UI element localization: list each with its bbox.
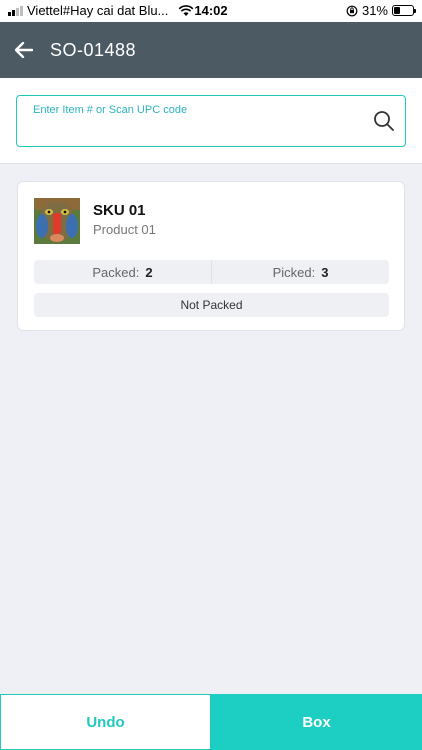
packed-count: Packed: 2 — [34, 260, 211, 284]
product-image — [34, 198, 80, 244]
item-sku: SKU 01 — [93, 202, 146, 219]
app-header: SO-01488 — [0, 22, 422, 78]
arrow-left-icon — [15, 42, 33, 58]
search-box[interactable] — [16, 95, 406, 147]
packed-label: Packed: — [92, 264, 140, 280]
search-input[interactable] — [33, 104, 363, 116]
status-bar: Viettel#Hay cai dat Blu... 14:02 31% — [0, 0, 422, 22]
bottom-actions: Undo Box — [0, 694, 422, 750]
picked-label: Picked: — [272, 264, 316, 280]
orientation-lock-icon — [346, 5, 358, 16]
undo-button[interactable]: Undo — [0, 694, 211, 750]
search-icon[interactable] — [373, 110, 395, 132]
product-thumbnail — [34, 198, 80, 244]
picked-count: Picked: 3 — [211, 260, 389, 284]
picked-value: 3 — [321, 264, 329, 280]
search-section — [0, 78, 422, 164]
back-button[interactable] — [0, 22, 48, 78]
battery-percent: 31% — [361, 3, 388, 18]
item-card[interactable]: SKU 01 Product 01 Packed: 2 Picked: 3 No… — [17, 181, 405, 331]
item-product-name: Product 01 — [93, 222, 156, 237]
status-badge: Not Packed — [34, 293, 389, 317]
status-bar-right: 31% — [346, 3, 416, 18]
page-title: SO-01488 — [50, 39, 137, 60]
packed-value: 2 — [145, 264, 153, 280]
battery-icon — [392, 5, 416, 16]
box-button[interactable]: Box — [211, 694, 422, 750]
item-counts: Packed: 2 Picked: 3 — [34, 260, 389, 284]
